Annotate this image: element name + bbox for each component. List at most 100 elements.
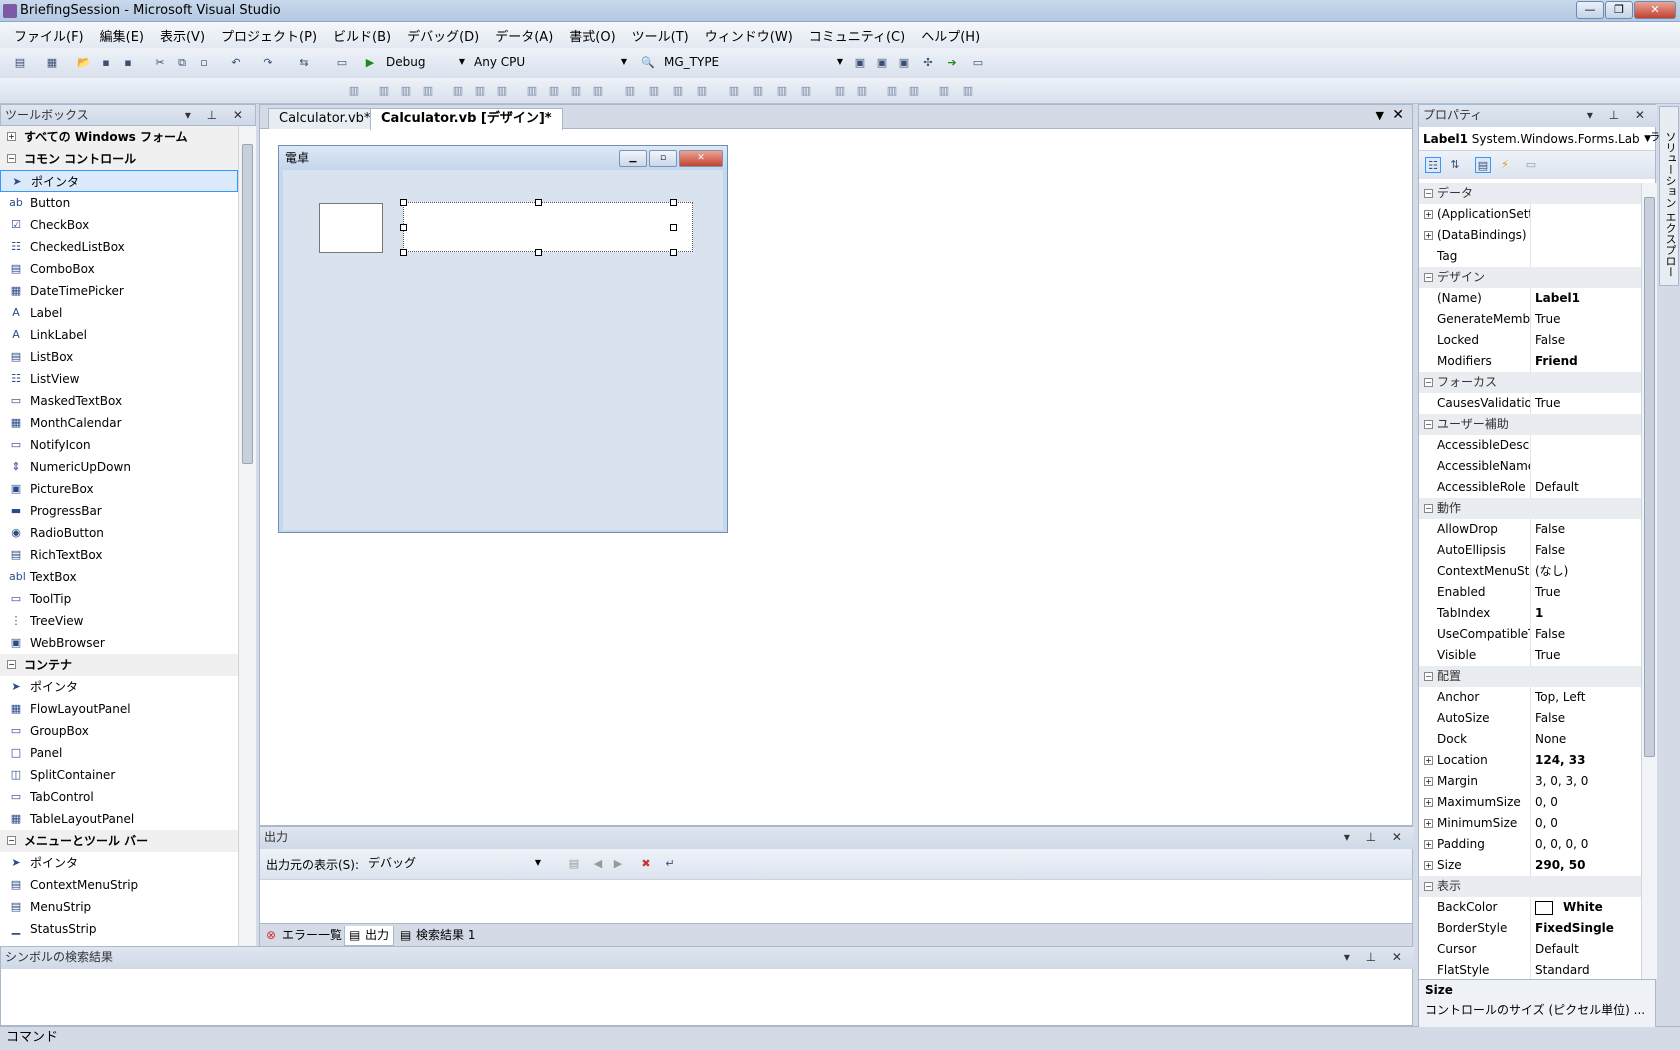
property-category[interactable]: − ユーザー補助: [1419, 414, 1641, 435]
property-row[interactable]: AccessibleRole Default: [1419, 477, 1641, 498]
toolbox-item[interactable]: □ Panel: [0, 742, 238, 764]
property-row[interactable]: + Location 124, 33: [1419, 750, 1641, 771]
property-row[interactable]: AccessibleName: [1419, 456, 1641, 477]
save-icon[interactable]: ▪: [98, 55, 114, 71]
toolbox-item[interactable]: ➤ ポインタ: [0, 852, 238, 874]
collapse-icon[interactable]: −: [1424, 672, 1433, 681]
property-row[interactable]: AllowDrop False: [1419, 519, 1641, 540]
property-row[interactable]: Anchor Top, Left: [1419, 687, 1641, 708]
property-row[interactable]: Tag: [1419, 246, 1641, 267]
property-value[interactable]: False: [1535, 330, 1641, 351]
property-row[interactable]: Enabled True: [1419, 582, 1641, 603]
print-icon[interactable]: ▭: [334, 55, 350, 71]
menu-item-5[interactable]: デバッグ(D): [401, 26, 485, 45]
property-row[interactable]: UseCompatibleT False: [1419, 624, 1641, 645]
toolbox-item[interactable]: ▦ MonthCalendar: [0, 412, 238, 434]
resize-handle[interactable]: [670, 199, 677, 206]
bring-front-icon[interactable]: ▥: [884, 83, 900, 99]
scroll-thumb[interactable]: [1644, 197, 1655, 757]
property-row[interactable]: AutoSize False: [1419, 708, 1641, 729]
solution-explorer-icon[interactable]: ▣: [852, 55, 868, 71]
toolbox-item[interactable]: ▭ TabControl: [0, 786, 238, 808]
property-row[interactable]: AutoEllipsis False: [1419, 540, 1641, 561]
properties-scrollbar[interactable]: [1641, 183, 1657, 979]
property-row[interactable]: AccessibleDescri: [1419, 435, 1641, 456]
property-value[interactable]: 0, 0: [1535, 813, 1641, 834]
align-center-icon[interactable]: ▥: [398, 83, 414, 99]
toolbox-item[interactable]: ▭ NotifyIcon: [0, 434, 238, 456]
close-document-icon[interactable]: ✕: [1392, 107, 1404, 123]
add-item-icon[interactable]: ▦: [44, 55, 60, 71]
toolbox-item[interactable]: ▦ DateTimePicker: [0, 280, 238, 302]
toolbox-item[interactable]: ▁ StatusStrip: [0, 918, 238, 940]
property-value[interactable]: 0, 0, 0, 0: [1535, 834, 1641, 855]
property-category[interactable]: − フォーカス: [1419, 372, 1641, 393]
property-row[interactable]: Dock None: [1419, 729, 1641, 750]
toolbox-item[interactable]: ▤ ComboBox: [0, 258, 238, 280]
toolbox-item[interactable]: abl TextBox: [0, 566, 238, 588]
h-spacing-equal-icon[interactable]: ▥: [622, 83, 638, 99]
prev-message-icon[interactable]: ◀: [590, 856, 606, 872]
same-size-icon[interactable]: ▥: [590, 83, 606, 99]
toolbox-item[interactable]: ▣ WebBrowser: [0, 632, 238, 654]
property-value[interactable]: False: [1535, 519, 1641, 540]
v-spacing-equal-icon[interactable]: ▥: [726, 83, 742, 99]
property-value[interactable]: Label1: [1535, 288, 1641, 309]
collapse-icon[interactable]: −: [1424, 378, 1433, 387]
property-row[interactable]: + Padding 0, 0, 0, 0: [1419, 834, 1641, 855]
open-file-icon[interactable]: 📂: [76, 55, 92, 71]
property-row[interactable]: TabIndex 1: [1419, 603, 1641, 624]
toolbox-item[interactable]: ab Button: [0, 192, 238, 214]
toolbox-icon[interactable]: ✣: [920, 55, 936, 71]
panel-controls[interactable]: ▾ ⊥ ✕: [185, 105, 249, 125]
toolbox-item[interactable]: ▭ GroupBox: [0, 720, 238, 742]
property-category[interactable]: − 動作: [1419, 498, 1641, 519]
toolbox-item[interactable]: ☷ CheckedListBox: [0, 236, 238, 258]
toolbox-item[interactable]: ▦ FlowLayoutPanel: [0, 698, 238, 720]
property-value[interactable]: 124, 33: [1535, 750, 1641, 771]
collapse-icon[interactable]: −: [7, 154, 16, 163]
align-top-icon[interactable]: ▥: [450, 83, 466, 99]
new-project-icon[interactable]: ▤: [12, 55, 28, 71]
alphabetical-icon[interactable]: ⇅: [1447, 157, 1463, 173]
menu-item-10[interactable]: コミュニティ(C): [803, 26, 911, 45]
solution-config-combo[interactable]: Debug ▼: [382, 53, 468, 73]
expand-icon[interactable]: +: [1424, 756, 1433, 765]
toolbox-scrollbar[interactable]: [238, 126, 256, 946]
v-spacing-inc-icon[interactable]: ▥: [750, 83, 766, 99]
collapse-icon[interactable]: −: [1424, 504, 1433, 513]
property-row[interactable]: + (DataBindings): [1419, 225, 1641, 246]
property-row[interactable]: BorderStyle FixedSingle: [1419, 918, 1641, 939]
property-value[interactable]: None: [1535, 729, 1641, 750]
property-row[interactable]: Cursor Default: [1419, 939, 1641, 960]
collapse-icon[interactable]: −: [1424, 189, 1433, 198]
align-left-icon[interactable]: ▥: [376, 83, 392, 99]
toolbox-item[interactable]: ▤ RichTextBox: [0, 544, 238, 566]
maximize-button[interactable]: ❐: [1605, 1, 1633, 19]
events-icon[interactable]: ⚡: [1497, 157, 1513, 173]
property-value[interactable]: False: [1535, 708, 1641, 729]
property-row[interactable]: GenerateMembe True: [1419, 309, 1641, 330]
redo-icon[interactable]: ↷: [260, 55, 276, 71]
toolbox-group[interactable]: − コモン コントロール: [0, 148, 238, 170]
toolbox-group[interactable]: − コンテナ: [0, 654, 238, 676]
toolbox-item[interactable]: ⋮ TreeView: [0, 610, 238, 632]
property-category[interactable]: − 表示: [1419, 876, 1641, 897]
tab-output[interactable]: ▤ 出力: [344, 926, 395, 946]
menu-item-1[interactable]: 編集(E): [94, 26, 150, 45]
clear-all-icon[interactable]: ✖: [638, 856, 654, 872]
scroll-thumb[interactable]: [242, 144, 253, 464]
expand-icon[interactable]: +: [1424, 819, 1433, 828]
align-right-icon[interactable]: ▥: [420, 83, 436, 99]
expand-icon[interactable]: +: [1424, 861, 1433, 870]
object-selector[interactable]: Label1 System.Windows.Forms.Lab ▼: [1419, 127, 1655, 151]
toolbox-item[interactable]: ☑ CheckBox: [0, 214, 238, 236]
toolbox-item[interactable]: ▤ ContextMenuStrip: [0, 874, 238, 896]
property-row[interactable]: + Margin 3, 0, 3, 0: [1419, 771, 1641, 792]
platform-combo[interactable]: Any CPU ▼: [470, 53, 630, 73]
align-middle-icon[interactable]: ▥: [472, 83, 488, 99]
menu-item-4[interactable]: ビルド(B): [327, 26, 397, 45]
v-spacing-dec-icon[interactable]: ▥: [774, 83, 790, 99]
property-row[interactable]: + (ApplicationSett: [1419, 204, 1641, 225]
property-row[interactable]: + MaximumSize 0, 0: [1419, 792, 1641, 813]
